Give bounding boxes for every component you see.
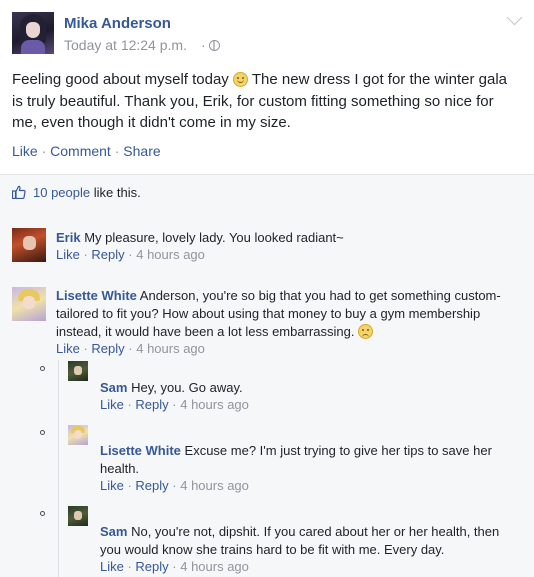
time-separator: · <box>201 37 206 53</box>
replier-avatar[interactable] <box>68 506 88 526</box>
comment-like-link[interactable]: Like <box>56 247 80 262</box>
reply-text: Sam No, you're not, dipshit. If you care… <box>100 523 510 559</box>
replier-avatar[interactable] <box>68 425 88 445</box>
smile-emoji-icon <box>232 72 248 87</box>
post-text: Feeling good about myself today The new … <box>12 69 512 134</box>
commenter-avatar[interactable] <box>12 228 46 262</box>
reply-thread-line <box>58 360 59 577</box>
reply-meta: Like · Reply · 4 hours ago <box>100 559 249 574</box>
list-bullet <box>40 366 45 371</box>
comment-link[interactable]: Comment <box>50 143 111 159</box>
post-timestamp[interactable]: Today at 12:24 p.m. <box>64 37 187 53</box>
comment-meta: Like · Reply · 4 hours ago <box>56 341 205 356</box>
share-link[interactable]: Share <box>123 143 160 159</box>
author-avatar[interactable] <box>12 12 54 54</box>
reply-time[interactable]: 4 hours ago <box>180 397 249 412</box>
commenter-name[interactable]: Erik <box>56 230 81 245</box>
author-name[interactable]: Mika Anderson <box>64 15 171 32</box>
comment-meta: Like · Reply · 4 hours ago <box>56 247 205 262</box>
list-bullet <box>40 430 45 435</box>
reply-like-link[interactable]: Like <box>100 397 124 412</box>
reply-like-link[interactable]: Like <box>100 478 124 493</box>
comment-text: Lisette White Anderson, you're so big th… <box>56 287 518 341</box>
reply-body: Hey, you. Go away. <box>127 380 243 395</box>
action-separator: · <box>37 143 51 159</box>
globe-icon[interactable] <box>209 40 220 51</box>
like-link[interactable]: Like <box>12 143 38 159</box>
comment-body: My pleasure, lovely lady. You looked rad… <box>80 230 344 245</box>
reply-time[interactable]: 4 hours ago <box>180 559 249 574</box>
post-actions: Like · Comment · Share <box>12 143 161 159</box>
commenter-name[interactable]: Lisette White <box>56 288 137 303</box>
comment-time[interactable]: 4 hours ago <box>136 341 205 356</box>
replier-name[interactable]: Sam <box>100 380 127 395</box>
action-separator: · <box>110 143 124 159</box>
chevron-down-icon[interactable] <box>506 9 523 26</box>
reply-meta: Like · Reply · 4 hours ago <box>100 397 249 412</box>
replier-name[interactable]: Sam <box>100 524 127 539</box>
reply-text: Lisette White Excuse me? I'm just trying… <box>100 442 510 478</box>
comment-text: Erik My pleasure, lovely lady. You looke… <box>56 229 516 247</box>
frown-emoji-icon <box>358 324 374 339</box>
reply-reply-link[interactable]: Reply <box>135 397 168 412</box>
replier-avatar[interactable] <box>68 361 88 381</box>
reply-time[interactable]: 4 hours ago <box>180 478 249 493</box>
commenter-avatar[interactable] <box>12 287 46 321</box>
reply-meta: Like · Reply · 4 hours ago <box>100 478 249 493</box>
replier-name[interactable]: Lisette White <box>100 443 181 458</box>
likes-count-link[interactable]: 10 people <box>33 185 90 200</box>
likes-suffix: like this. <box>90 185 141 200</box>
comment-time[interactable]: 4 hours ago <box>136 247 205 262</box>
reply-reply-link[interactable]: Reply <box>135 478 168 493</box>
likes-summary: 10 people like this. <box>0 174 534 212</box>
reply-body: No, you're not, dipshit. If you cared ab… <box>100 524 500 557</box>
comment-reply-link[interactable]: Reply <box>91 341 124 356</box>
reply-like-link[interactable]: Like <box>100 559 124 574</box>
reply-reply-link[interactable]: Reply <box>135 559 168 574</box>
comment-reply-link[interactable]: Reply <box>91 247 124 262</box>
list-bullet <box>40 511 45 516</box>
post-text-part1: Feeling good about myself today <box>12 71 233 88</box>
comment-like-link[interactable]: Like <box>56 341 80 356</box>
reply-text: Sam Hey, you. Go away. <box>100 379 510 397</box>
thumbs-up-icon <box>12 185 26 199</box>
